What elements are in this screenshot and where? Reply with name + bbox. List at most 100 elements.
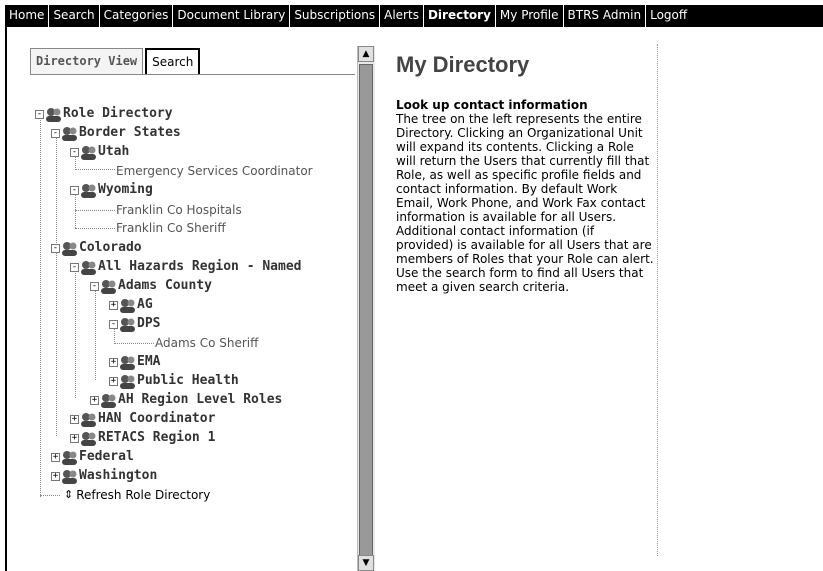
tree-label[interactable]: Adams County	[118, 277, 212, 295]
people-icon	[81, 183, 96, 198]
people-icon	[120, 298, 135, 313]
tree-node-ema: + EMA	[109, 353, 160, 371]
tree-user-esc: Emergency Services Coordinator	[116, 162, 313, 180]
nav-tab-logoff[interactable]: Logoff	[646, 5, 691, 27]
expand-toggle[interactable]: +	[70, 414, 79, 424]
nav-tab-directory[interactable]: Directory	[424, 5, 496, 27]
scroll-up-button[interactable]: ▲	[358, 46, 374, 62]
nav-tab-categories[interactable]: Categories	[100, 5, 174, 27]
collapse-toggle[interactable]: -	[90, 281, 99, 291]
scroll-thumb[interactable]	[359, 64, 373, 564]
tree-label[interactable]: Emergency Services Coordinator	[116, 162, 313, 180]
tree-node-border-states: - Border States	[51, 124, 181, 142]
tree-label[interactable]: EMA	[137, 353, 160, 371]
tree-node-ag: + AG	[109, 296, 153, 314]
tree-label[interactable]: AG	[137, 296, 153, 314]
tree-label[interactable]: Wyoming	[98, 181, 153, 199]
tree-node-adams-county: - Adams County	[90, 277, 212, 295]
refresh-icon: ⇕	[64, 488, 74, 501]
tab-directory-view[interactable]: Directory View	[30, 48, 144, 74]
people-icon	[81, 260, 96, 275]
nav-tab-btrs-admin[interactable]: BTRS Admin	[564, 5, 647, 27]
top-nav: Home Search Categories Document Library Subs…	[5, 5, 823, 27]
collapse-toggle[interactable]: -	[51, 128, 60, 138]
nav-tab-subscriptions[interactable]: Subscriptions	[290, 5, 381, 27]
tree-label[interactable]: Role Directory	[63, 105, 173, 123]
collapse-toggle[interactable]: -	[109, 319, 118, 329]
expand-toggle[interactable]: +	[51, 471, 60, 481]
tree-user-franklin-sheriff: Franklin Co Sheriff	[116, 219, 226, 237]
tab-search[interactable]: Search	[145, 48, 201, 74]
tree-label[interactable]: Utah	[98, 143, 129, 161]
collapse-toggle[interactable]: -	[35, 109, 44, 119]
collapse-toggle[interactable]: -	[70, 262, 79, 272]
main-content: My Directory Look up contact information…	[396, 52, 654, 294]
people-icon	[81, 145, 96, 160]
people-icon	[101, 279, 116, 294]
nav-tab-document-library[interactable]: Document Library	[173, 5, 291, 27]
tree-node-ah-region-level-roles: + AH Region Level Roles	[90, 391, 282, 409]
tree-node-colorado: - Colorado	[51, 239, 142, 257]
tree-node-washington: + Washington	[51, 467, 157, 485]
tree-label[interactable]: Franklin Co Hospitals	[116, 201, 242, 219]
role-directory-tree: - Role Directory - Border States - Utah …	[30, 100, 360, 540]
people-icon	[62, 469, 77, 484]
collapse-toggle[interactable]: -	[51, 243, 60, 253]
tree-label[interactable]: RETACS Region 1	[98, 429, 215, 447]
people-icon	[120, 374, 135, 389]
tree-node-federal: + Federal	[51, 448, 134, 466]
tree-user-adams-sheriff: Adams Co Sheriff	[155, 334, 258, 352]
refresh-link[interactable]: Refresh Role Directory	[76, 486, 210, 504]
column-divider	[657, 44, 658, 556]
tree-node-dps: - DPS	[109, 315, 160, 333]
tree-label[interactable]: All Hazards Region - Named	[98, 258, 302, 276]
tree-label[interactable]: Border States	[79, 124, 181, 142]
tree-label[interactable]: HAN Coordinator	[98, 410, 215, 428]
people-icon	[46, 107, 61, 122]
nav-tab-home[interactable]: Home	[5, 5, 50, 27]
expand-toggle[interactable]: +	[90, 395, 99, 405]
tree-label[interactable]: AH Region Level Roles	[118, 391, 282, 409]
people-icon	[120, 355, 135, 370]
people-icon	[120, 317, 135, 332]
section-heading: Look up contact information	[396, 98, 588, 112]
tab-underline	[30, 74, 355, 75]
people-icon	[62, 241, 77, 256]
tree-node-han-coordinator: + HAN Coordinator	[70, 410, 215, 428]
tree-label[interactable]: Public Health	[137, 372, 239, 390]
tree-node-retacs-region-1: + RETACS Region 1	[70, 429, 215, 447]
collapse-toggle[interactable]: -	[70, 185, 79, 195]
refresh-role-directory[interactable]: ⇕ Refresh Role Directory	[64, 486, 210, 504]
expand-toggle[interactable]: +	[109, 376, 118, 386]
expand-toggle[interactable]: +	[51, 452, 60, 462]
tree-node-all-hazards-region: - All Hazards Region - Named	[70, 258, 302, 276]
tree-scrollbar[interactable]: ▲ ▼	[357, 46, 375, 571]
expand-toggle[interactable]: +	[70, 433, 79, 443]
tree-node-wyoming: - Wyoming	[70, 181, 153, 199]
tree-label[interactable]: Adams Co Sheriff	[155, 334, 258, 352]
people-icon	[62, 450, 77, 465]
tree-label[interactable]: Franklin Co Sheriff	[116, 219, 226, 237]
nav-tab-search[interactable]: Search	[49, 5, 100, 27]
help-text: The tree on the left represents the enti…	[396, 112, 654, 294]
tree-label[interactable]: Washington	[79, 467, 157, 485]
view-tabs: Directory View Search	[30, 48, 202, 74]
collapse-toggle[interactable]: -	[70, 147, 79, 157]
tree-label[interactable]: Federal	[79, 448, 134, 466]
tree-label[interactable]: Colorado	[79, 239, 142, 257]
tree-node-public-health: + Public Health	[109, 372, 239, 390]
page-title: My Directory	[396, 52, 530, 77]
people-icon	[62, 126, 77, 141]
tree-node-role-directory: - Role Directory	[35, 105, 173, 123]
frame-border	[5, 27, 7, 571]
expand-toggle[interactable]: +	[109, 357, 118, 367]
people-icon	[81, 412, 96, 427]
tree-node-utah: - Utah	[70, 143, 129, 161]
people-icon	[101, 393, 116, 408]
nav-tab-my-profile[interactable]: My Profile	[496, 5, 564, 27]
tree-label[interactable]: DPS	[137, 315, 160, 333]
nav-tab-alerts[interactable]: Alerts	[380, 5, 424, 27]
expand-toggle[interactable]: +	[109, 300, 118, 310]
scroll-down-button[interactable]: ▼	[358, 555, 374, 571]
tree-user-franklin-hospitals: Franklin Co Hospitals	[116, 201, 242, 219]
